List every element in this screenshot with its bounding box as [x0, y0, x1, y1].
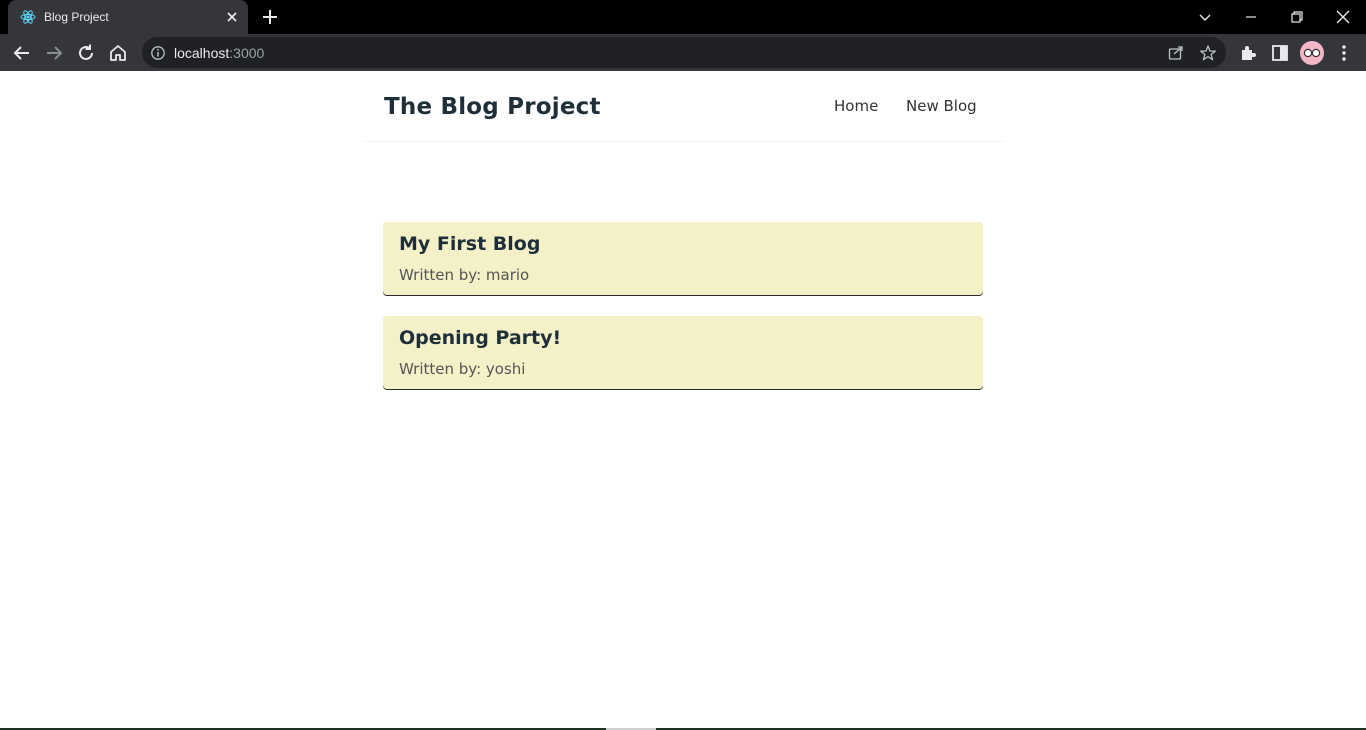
browser-tab-active[interactable]: Blog Project [8, 0, 248, 34]
site-navbar: The Blog Project Home New Blog [364, 71, 1004, 142]
close-window-icon[interactable] [1331, 5, 1355, 29]
avatar-glasses-icon [1303, 48, 1321, 58]
home-icon[interactable] [107, 42, 129, 64]
address-text: localhost:3000 [174, 45, 264, 61]
browser-tab-bar: Blog Project [0, 0, 1366, 34]
more-menu-icon[interactable] [1333, 42, 1355, 64]
extensions-icon[interactable] [1237, 42, 1259, 64]
blog-preview-card[interactable]: Opening Party! Written by: yoshi [383, 316, 983, 389]
side-panel-icon[interactable] [1269, 42, 1291, 64]
reload-icon[interactable] [75, 42, 97, 64]
restore-icon[interactable] [1285, 5, 1309, 29]
minimize-icon[interactable] [1239, 5, 1263, 29]
page-viewport: The Blog Project Home New Blog My First … [0, 71, 1366, 730]
chevron-down-icon[interactable] [1193, 5, 1217, 29]
blog-title: My First Blog [399, 233, 541, 255]
forward-arrow-icon[interactable] [43, 42, 65, 64]
blog-author: Written by: yoshi [399, 360, 526, 378]
blog-title: Opening Party! [399, 327, 562, 349]
browser-toolbar: localhost:3000 [0, 34, 1366, 71]
tab-title: Blog Project [44, 10, 109, 24]
nav-link-home[interactable]: Home [834, 96, 878, 116]
site-brand-title: The Blog Project [384, 94, 601, 120]
url-port: :3000 [229, 45, 265, 61]
back-arrow-icon[interactable] [11, 42, 33, 64]
react-favicon-icon [20, 10, 36, 24]
info-icon[interactable] [150, 45, 166, 61]
star-icon[interactable] [1199, 44, 1217, 62]
blog-author: Written by: mario [399, 266, 530, 284]
url-host: localhost [174, 45, 230, 61]
close-icon[interactable] [224, 9, 240, 25]
share-icon[interactable] [1167, 44, 1185, 62]
blog-preview-card[interactable]: My First Blog Written by: mario [383, 222, 983, 295]
address-bar[interactable]: localhost:3000 [142, 37, 1226, 68]
profile-avatar[interactable] [1300, 41, 1324, 65]
nav-link-new-blog[interactable]: New Blog [906, 96, 977, 116]
plus-icon[interactable] [260, 7, 280, 27]
